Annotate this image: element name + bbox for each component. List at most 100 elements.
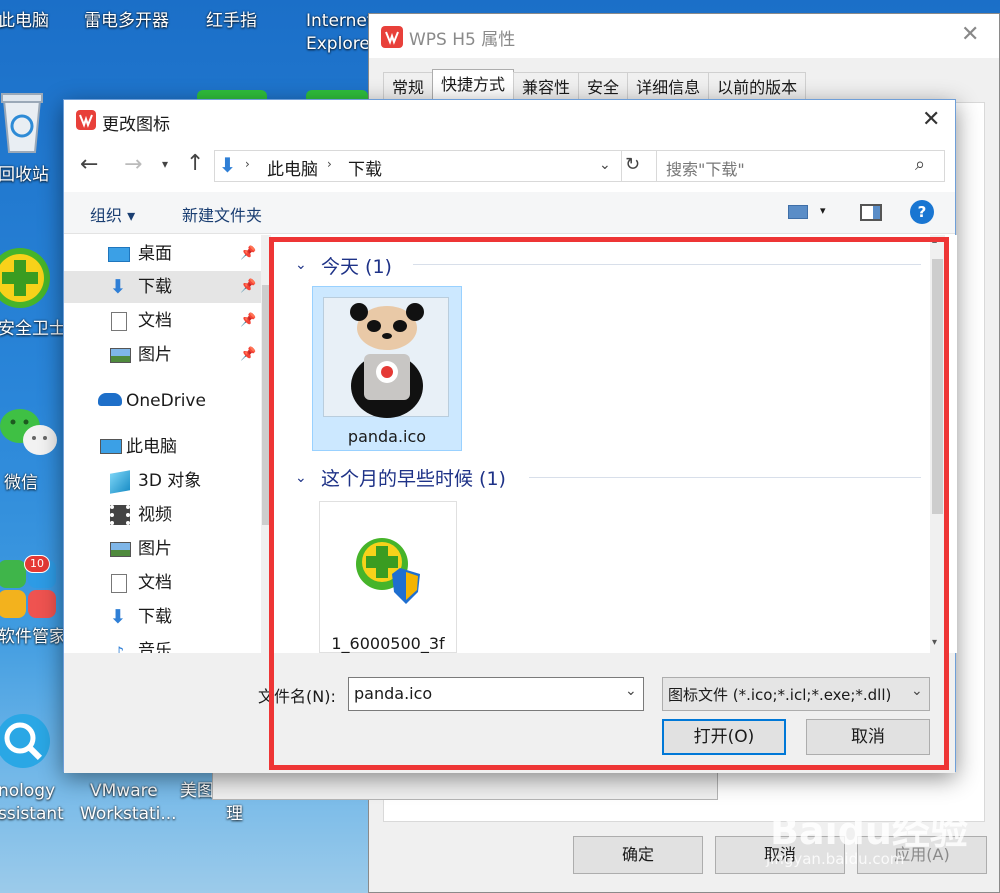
tech-assistant-icon[interactable] — [0, 712, 52, 770]
document-icon — [111, 574, 127, 593]
close-icon[interactable]: ✕ — [922, 107, 940, 132]
recycle-bin-icon[interactable] — [0, 92, 44, 154]
new-folder-button[interactable]: 新建文件夹 — [182, 202, 262, 226]
group-header-earlier-this-month[interactable]: 这个月的早些时候 (1) — [321, 464, 506, 491]
search-placeholder: 搜索"下载" — [666, 160, 745, 179]
breadcrumb-downloads[interactable]: 下载 — [348, 155, 382, 180]
pin-icon[interactable]: 📌 — [240, 271, 256, 303]
breadcrumb-this-pc[interactable]: 此电脑 — [267, 155, 318, 180]
desktop-icon-label-internet[interactable]: Internet — [306, 10, 374, 32]
notification-badge: 10 — [24, 555, 50, 573]
scroll-up-icon[interactable]: ▴ — [932, 235, 937, 246]
address-bar[interactable]: ⬇ › 此电脑 › 下载 ⌄ ↻ — [214, 150, 680, 182]
view-options-chevron-icon[interactable]: ▾ — [820, 204, 826, 217]
filename-dropdown-icon[interactable]: ⌄ — [625, 683, 637, 699]
nav-item-documents-pc[interactable]: 文档 — [64, 567, 261, 599]
desktop-icon-label-workstation[interactable]: Workstati... — [80, 803, 177, 825]
refresh-icon[interactable]: ↻ — [625, 154, 640, 175]
nav-scrollbar[interactable] — [261, 235, 271, 653]
ok-button[interactable]: 确定 — [573, 836, 703, 874]
nav-item-pictures-pc[interactable]: 图片 — [64, 533, 261, 565]
tab-compatibility[interactable]: 兼容性 — [513, 72, 580, 102]
nav-item-label: 文档 — [138, 311, 172, 331]
nav-item-downloads[interactable]: ⬇ 下载 📌 — [64, 271, 261, 303]
nav-item-downloads-pc[interactable]: ⬇ 下载 — [64, 601, 261, 633]
watermark-url: jingyan.baidu.com — [766, 850, 905, 868]
pin-icon[interactable]: 📌 — [240, 305, 256, 337]
address-row: ← → ▾ ↑ ⬇ › 此电脑 › 下载 ⌄ ↻ 搜索"下载" ⌕ — [64, 142, 955, 192]
change-icon-dialog: 更改图标 ✕ ← → ▾ ↑ ⬇ › 此电脑 › 下载 ⌄ ↻ 搜索"下载" ⌕… — [63, 99, 957, 773]
tab-security[interactable]: 安全 — [578, 72, 629, 102]
desktop-icon-label-li[interactable]: 理 — [226, 803, 243, 825]
desktop-icon — [108, 247, 130, 262]
onedrive-icon — [98, 393, 122, 406]
security-guard-icon — [350, 532, 426, 612]
tab-previous-versions[interactable]: 以前的版本 — [708, 72, 807, 102]
tab-shortcut[interactable]: 快捷方式 — [432, 69, 515, 102]
group-header-today[interactable]: 今天 (1) — [321, 252, 392, 279]
desktop-icon-label-nology[interactable]: nology — [0, 780, 55, 802]
scroll-down-icon[interactable]: ▾ — [932, 637, 937, 648]
desktop-icon-label-security[interactable]: 安全卫士 — [0, 318, 66, 340]
forward-arrow-icon[interactable]: → — [124, 152, 142, 177]
desktop-icon-label-vmware[interactable]: VMware — [90, 780, 158, 802]
nav-scrollbar-thumb[interactable] — [262, 285, 270, 525]
desktop-icon-label-wechat[interactable]: 微信 — [4, 472, 38, 494]
desktop-icon-label-ssistant[interactable]: ssistant — [0, 803, 64, 825]
recent-locations-chevron-icon[interactable]: ▾ — [162, 157, 168, 171]
view-options-icon[interactable] — [788, 205, 808, 219]
watermark-brand: Baidu经验 — [770, 809, 968, 853]
wps-app-icon — [381, 26, 403, 48]
nav-item-label: 下载 — [138, 607, 172, 627]
organize-button[interactable]: 组织 ▾ — [90, 202, 135, 226]
desktop-icon-label-recycle-bin[interactable]: 回收站 — [0, 164, 49, 186]
open-button[interactable]: 打开(O) — [662, 719, 786, 755]
computer-icon — [100, 439, 122, 454]
cancel-button[interactable]: 取消 — [806, 719, 930, 755]
help-icon[interactable]: ? — [910, 200, 934, 224]
security-guard-desktop-icon[interactable] — [0, 246, 54, 310]
wechat-icon[interactable] — [0, 404, 58, 460]
file-name: 1_6000500_3f — [331, 634, 445, 653]
desktop-icon-label-this-pc[interactable]: 此电脑 — [0, 10, 49, 32]
nav-item-videos[interactable]: 视频 — [64, 499, 261, 531]
collapse-chevron-icon[interactable]: ⌄ — [295, 257, 307, 273]
close-icon[interactable]: ✕ — [961, 22, 979, 47]
filename-input[interactable]: panda.ico ⌄ — [348, 677, 644, 711]
nav-item-this-pc[interactable]: 此电脑 — [64, 431, 261, 463]
tab-general[interactable]: 常规 — [383, 72, 434, 102]
filetype-dropdown-icon[interactable]: ⌄ — [911, 683, 923, 699]
search-icon[interactable]: ⌕ — [915, 154, 925, 175]
nav-item-3d-objects[interactable]: 3D 对象 — [64, 465, 261, 497]
filetype-select[interactable]: 图标文件 (*.ico;*.icl;*.exe;*.dll) ⌄ — [662, 677, 930, 711]
nav-item-label: 3D 对象 — [138, 471, 202, 491]
desktop-icon-label-leidian[interactable]: 雷电多开器 — [84, 10, 169, 32]
divider — [621, 151, 622, 181]
preview-pane-icon[interactable] — [860, 204, 882, 221]
desktop-icon-label-software-manager[interactable]: 软件管家 — [0, 626, 66, 648]
tab-details[interactable]: 详细信息 — [627, 72, 710, 102]
document-icon — [111, 312, 127, 331]
nav-item-desktop[interactable]: 桌面 📌 — [64, 238, 261, 270]
collapse-chevron-icon[interactable]: ⌄ — [295, 470, 307, 486]
nav-item-pictures[interactable]: 图片 📌 — [64, 339, 261, 371]
download-icon: ⬇ — [219, 153, 236, 177]
up-arrow-icon[interactable]: ↑ — [186, 151, 204, 176]
desktop-icon-label-explorer[interactable]: Explorer — [306, 33, 377, 55]
address-dropdown-icon[interactable]: ⌄ — [599, 157, 611, 173]
desktop-icon-label-hongshouzhi[interactable]: 红手指 — [206, 10, 257, 32]
pin-icon[interactable]: 📌 — [240, 339, 256, 371]
back-arrow-icon[interactable]: ← — [80, 152, 98, 177]
desktop-icon-label-meitu[interactable]: 美图 — [180, 780, 214, 802]
nav-item-onedrive[interactable]: OneDrive — [64, 385, 261, 417]
nav-item-documents[interactable]: 文档 📌 — [64, 305, 261, 337]
file-item-security-guard[interactable]: 1_6000500_3f — [319, 501, 457, 653]
file-item-panda[interactable]: panda.ico — [312, 286, 462, 451]
properties-tabs: 常规 快捷方式 兼容性 安全 详细信息 以前的版本 — [383, 69, 807, 102]
file-scrollbar-thumb[interactable] — [932, 259, 943, 514]
file-scrollbar[interactable]: ▴ ▾ — [930, 235, 945, 653]
nav-item-music[interactable]: ♪ 音乐 — [64, 635, 261, 653]
search-input[interactable]: 搜索"下载" ⌕ — [656, 150, 945, 182]
pin-icon[interactable]: 📌 — [240, 238, 256, 270]
nav-item-label: 视频 — [138, 505, 172, 525]
